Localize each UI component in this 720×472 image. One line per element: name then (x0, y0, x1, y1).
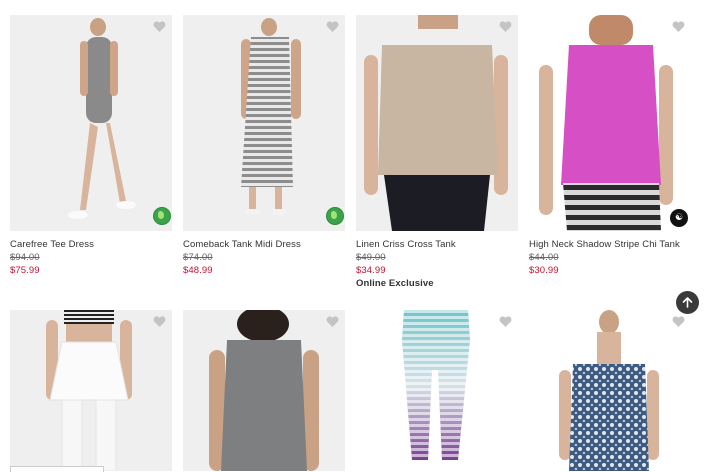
product-card[interactable] (183, 310, 345, 471)
product-image[interactable] (356, 15, 518, 231)
product-card[interactable]: Comeback Tank Midi Dress $74.00 $48.99 (183, 15, 345, 277)
heart-icon[interactable] (499, 316, 512, 328)
product-name[interactable]: Linen Criss Cross Tank (356, 238, 518, 251)
product-card[interactable] (356, 310, 518, 471)
product-card[interactable] (10, 310, 172, 471)
product-card[interactable] (529, 310, 691, 471)
skirt-figure (46, 310, 132, 471)
original-price: $94.00 (10, 252, 40, 263)
dress-figure (68, 18, 136, 219)
heart-icon[interactable] (153, 21, 166, 33)
tank-figure (209, 310, 319, 471)
product-image[interactable] (529, 310, 691, 471)
heart-icon[interactable] (672, 21, 685, 33)
arrow-up-icon (682, 297, 693, 308)
product-name[interactable]: Comeback Tank Midi Dress (183, 238, 345, 251)
product-image[interactable] (183, 310, 345, 471)
scroll-to-top-button[interactable] (676, 291, 699, 314)
yoga-figure-icon: ☯ (670, 209, 688, 227)
bottom-widget-edge (10, 466, 104, 472)
heart-icon[interactable] (499, 21, 512, 33)
heart-icon[interactable] (672, 316, 685, 328)
sale-price: $75.99 (10, 265, 40, 276)
product-card[interactable]: Linen Criss Cross Tank $49.00 $34.99 Onl… (356, 15, 518, 290)
eco-leaf-icon (326, 207, 344, 225)
product-image[interactable] (356, 310, 518, 471)
product-image[interactable] (10, 15, 172, 231)
online-exclusive-tag: Online Exclusive (356, 278, 434, 289)
product-name[interactable]: Carefree Tee Dress (10, 238, 172, 251)
heart-icon[interactable] (326, 21, 339, 33)
leggings-figure (402, 310, 470, 460)
product-card[interactable]: Carefree Tee Dress $94.00 $75.99 (10, 15, 172, 277)
dress-figure (559, 310, 659, 471)
dress-figure (241, 18, 301, 215)
original-price: $74.00 (183, 252, 213, 263)
tank-figure (539, 15, 673, 231)
original-price: $44.00 (529, 252, 559, 263)
sale-price: $34.99 (356, 265, 386, 276)
tank-figure (364, 15, 508, 231)
product-image[interactable] (183, 15, 345, 231)
heart-icon[interactable] (326, 316, 339, 328)
product-name[interactable]: High Neck Shadow Stripe Chi Tank (529, 238, 691, 251)
original-price: $49.00 (356, 252, 386, 263)
sale-price: $48.99 (183, 265, 213, 276)
heart-icon[interactable] (153, 316, 166, 328)
product-image[interactable] (10, 310, 172, 471)
product-image[interactable]: ☯ (529, 15, 691, 231)
sale-price: $30.99 (529, 265, 559, 276)
product-card[interactable]: ☯ High Neck Shadow Stripe Chi Tank $44.0… (529, 15, 691, 277)
eco-leaf-icon (153, 207, 171, 225)
